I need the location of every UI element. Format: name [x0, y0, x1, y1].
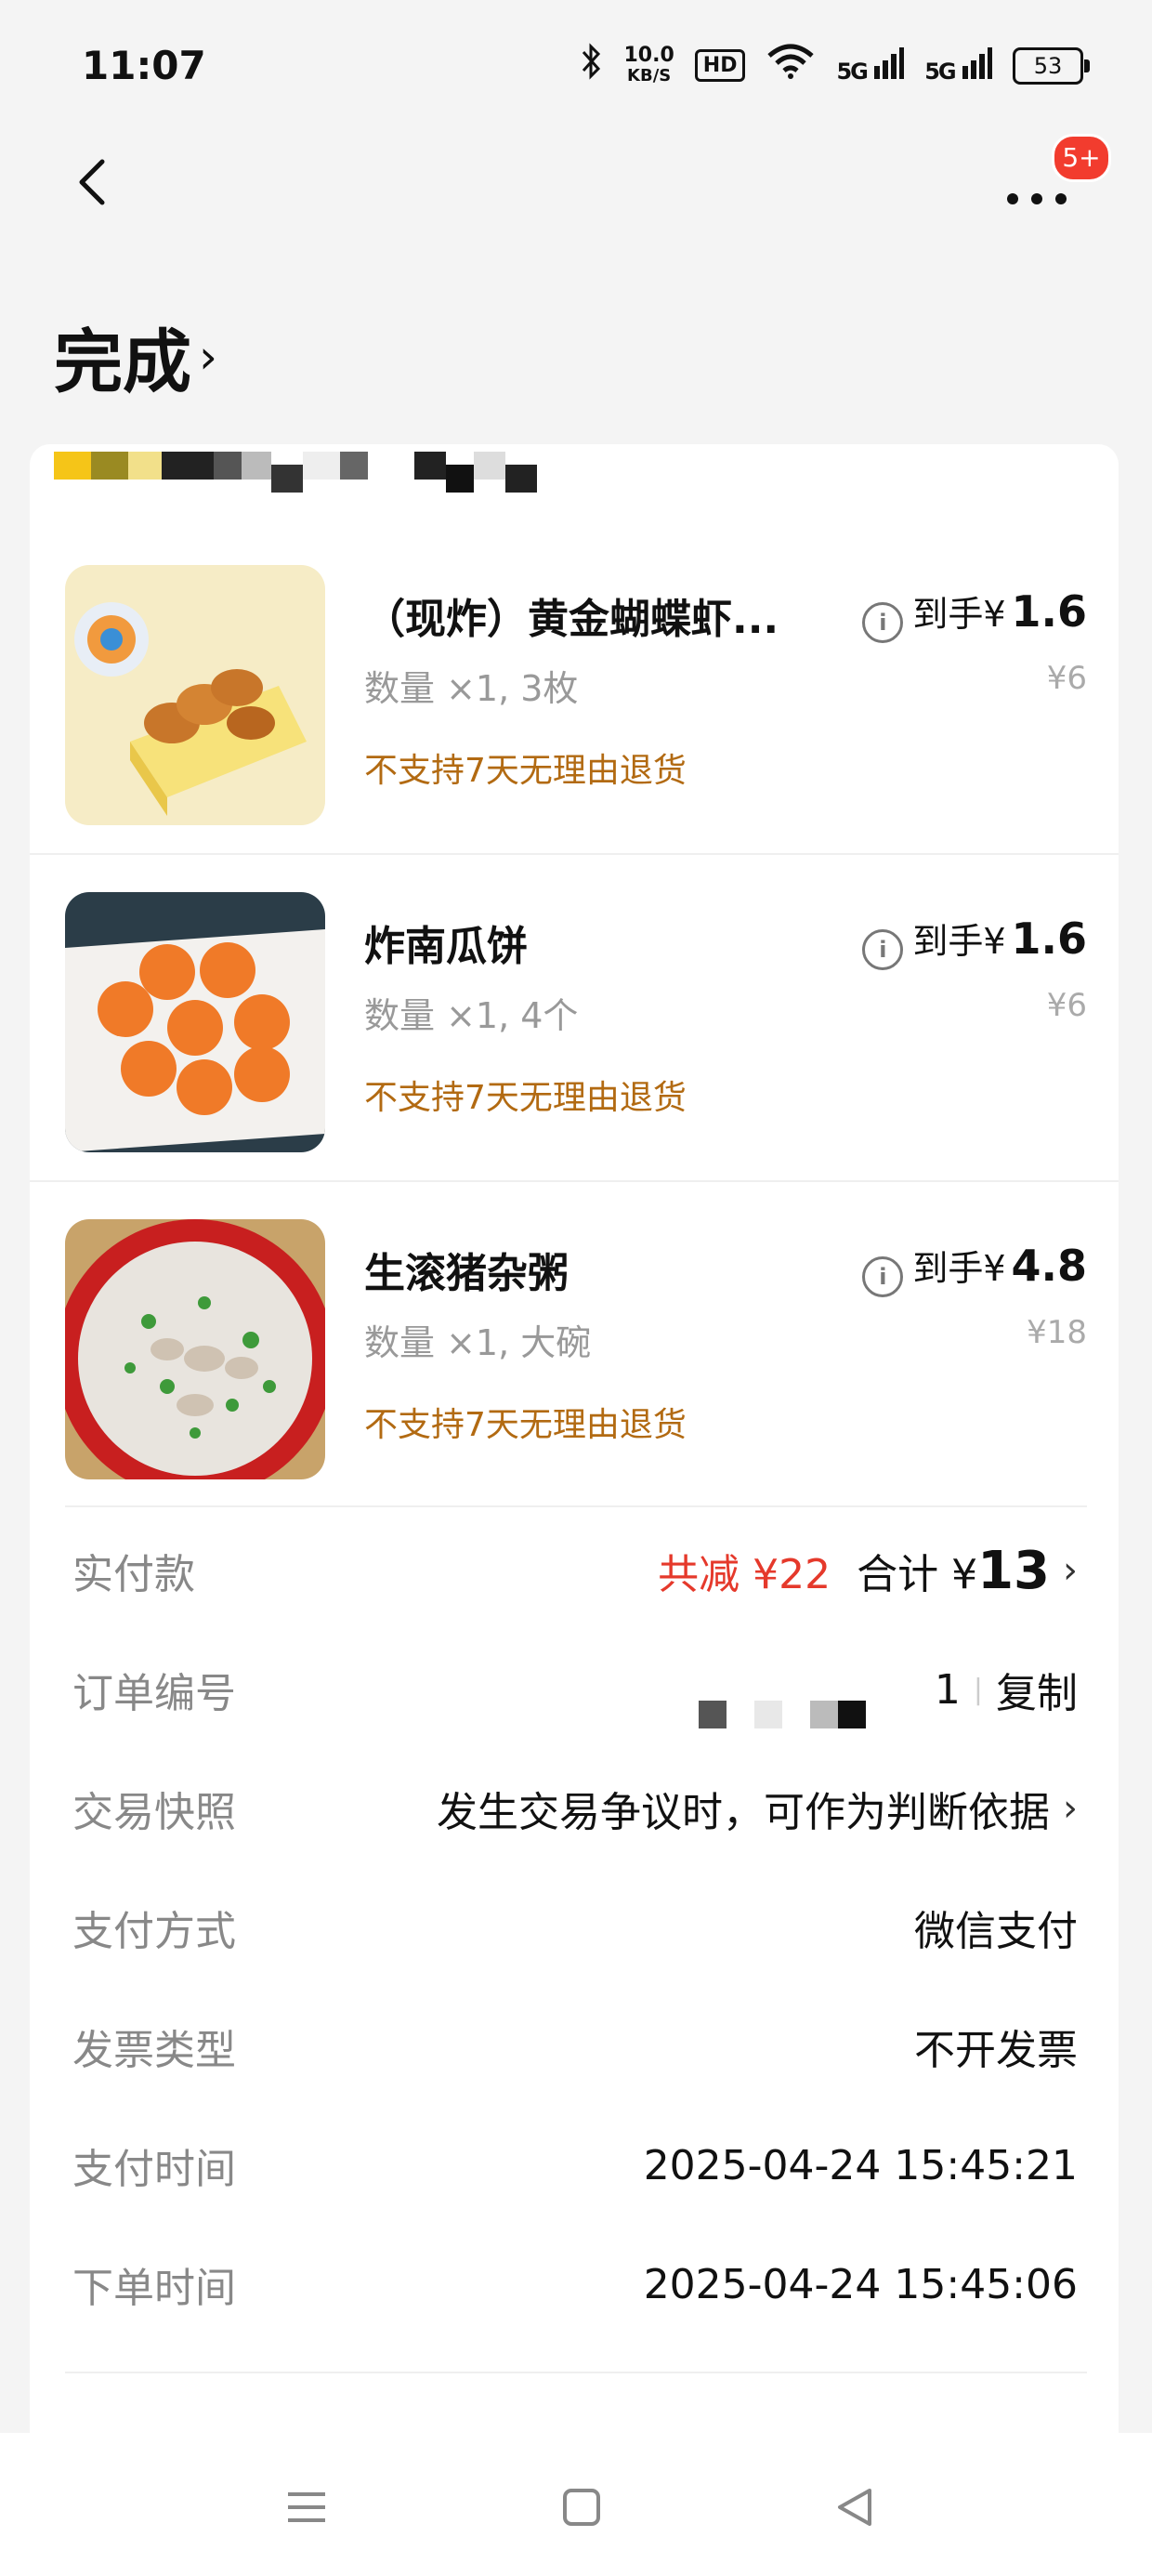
status-time: 11:07 — [82, 43, 206, 88]
price-prefix: 到手¥ — [912, 594, 1006, 635]
system-nav-bar — [0, 2433, 1152, 2576]
signal-5g-label-1: 5G — [836, 58, 868, 85]
net-speed-unit: KB/S — [627, 65, 672, 85]
price-prefix: 到手¥ — [912, 1248, 1006, 1289]
signal-5g-1: 5G — [836, 46, 905, 85]
snapshot-row[interactable]: 交易快照 发生交易争议时，可作为判断依据 › — [72, 1771, 1078, 1846]
signal-bars-icon — [874, 46, 905, 79]
info-icon[interactable]: i — [862, 602, 904, 643]
price-prefix: 到手¥ — [912, 921, 1006, 962]
item-qty: 数量 ×1, 4个 — [364, 995, 579, 1036]
payment-label: 支付方式 — [72, 1908, 236, 1955]
order-item[interactable]: （现炸）黄金蝴蝶虾... 数量 ×1, 3枚 不支持7天无理由退货 i 到手¥ 1… — [30, 530, 1119, 855]
signal-5g-2: 5G — [924, 46, 992, 85]
order-no-tail: 1 — [934, 1665, 961, 1714]
total-value: 13 — [977, 1540, 1050, 1601]
net-speed-value: 10.0 — [623, 43, 674, 67]
chevron-right-icon: › — [199, 329, 217, 384]
invoice-value: 不开发票 — [914, 2027, 1078, 2074]
info-icon[interactable]: i — [862, 929, 904, 970]
square-home-icon — [563, 2489, 600, 2526]
order-time-value: 2025-04-24 15:45:06 — [643, 2260, 1078, 2308]
chevron-right-icon: › — [1063, 1549, 1078, 1592]
info-icon[interactable]: i — [862, 1256, 904, 1297]
item-name: （现炸）黄金蝴蝶虾... — [364, 596, 779, 643]
signal-bars-icon — [962, 46, 992, 79]
nav-home-button[interactable] — [554, 2479, 609, 2535]
order-number-row: 订单编号 1 | 复制 — [72, 1650, 1078, 1728]
pay-time-row: 支付时间 2025-04-24 15:45:21 — [72, 2128, 1078, 2202]
nav-menu-button[interactable] — [279, 2479, 334, 2535]
more-dots-icon — [1007, 193, 1067, 204]
item-return-policy: 不支持7天无理由退货 — [364, 752, 687, 790]
order-item[interactable]: 生滚猪杂粥 数量 ×1, 大碗 不支持7天无理由退货 i 到手¥ 4.8 ¥18 — [30, 1184, 1119, 1509]
price-value: 4.8 — [1011, 1241, 1088, 1291]
original-price: ¥6 — [1046, 987, 1087, 1024]
status-icons: 10.0 KB/S HD 5G 5G 53 — [580, 43, 1090, 88]
copy-button[interactable]: 复制 — [996, 1660, 1078, 1719]
item-divider — [30, 1180, 1119, 1182]
nav-back-button[interactable] — [827, 2479, 883, 2535]
item-name: 生滚猪杂粥 — [364, 1250, 569, 1297]
hd-badge: HD — [694, 49, 746, 82]
total-prefix: 合计 ¥ — [857, 1550, 978, 1598]
order-time-label: 下单时间 — [72, 2265, 236, 2312]
original-price: ¥6 — [1046, 660, 1087, 697]
back-button[interactable] — [65, 149, 121, 214]
bottom-divider — [65, 2372, 1087, 2373]
item-price: i 到手¥ 1.6 — [862, 585, 1088, 643]
chevron-left-icon — [79, 159, 105, 205]
order-no-label: 订单编号 — [72, 1670, 236, 1717]
product-image-congee — [65, 1219, 325, 1479]
wifi-icon — [766, 43, 816, 88]
order-status-title[interactable]: 完成 › — [54, 307, 217, 406]
summary-divider — [65, 1505, 1087, 1507]
triangle-back-icon — [838, 2489, 871, 2526]
notification-badge: 5+ — [1052, 134, 1111, 182]
payment-method-row: 支付方式 微信支付 — [72, 1890, 1078, 1965]
price-value: 1.6 — [1011, 913, 1088, 964]
battery-indicator: 53 — [1013, 46, 1090, 85]
item-qty: 数量 ×1, 大碗 — [364, 1322, 592, 1363]
payment-value: 微信支付 — [914, 1908, 1078, 1955]
signal-5g-label-2: 5G — [924, 58, 956, 85]
paid-amount-row[interactable]: 实付款 共减 ¥22 合计 ¥13 › — [72, 1533, 1078, 1608]
snapshot-value: 发生交易争议时，可作为判断依据 — [437, 1789, 1050, 1836]
bluetooth-icon — [580, 43, 604, 88]
paid-value: 共减 ¥22 合计 ¥13 › — [658, 1541, 1078, 1601]
snapshot-value-wrap: 发生交易争议时，可作为判断依据 › — [437, 1779, 1078, 1838]
product-image-shrimp — [65, 565, 325, 825]
order-no-value: 1 | 复制 — [698, 1650, 1078, 1728]
item-price: i 到手¥ 1.6 — [862, 913, 1088, 970]
order-item[interactable]: 炸南瓜饼 数量 ×1, 4个 不支持7天无理由退货 i 到手¥ 1.6 ¥6 — [30, 857, 1119, 1182]
pay-time-value: 2025-04-24 15:45:21 — [643, 2141, 1078, 2189]
order-no-redacted — [698, 1650, 922, 1728]
item-qty: 数量 ×1, 3枚 — [364, 668, 579, 709]
copy-separator: | — [973, 1673, 983, 1706]
chevron-right-icon: › — [1063, 1787, 1078, 1830]
item-name: 炸南瓜饼 — [364, 923, 528, 970]
menu-icon — [288, 2492, 325, 2522]
item-divider — [30, 853, 1119, 855]
discount-text: 共减 ¥22 — [658, 1551, 831, 1598]
invoice-label: 发票类型 — [72, 2027, 236, 2074]
status-bar: 11:07 10.0 KB/S HD 5G 5G 53 — [0, 0, 1152, 139]
invoice-type-row: 发票类型 不开发票 — [72, 2009, 1078, 2083]
item-return-policy: 不支持7天无理由退货 — [364, 1406, 687, 1444]
item-price: i 到手¥ 4.8 — [862, 1240, 1088, 1297]
pay-time-label: 支付时间 — [72, 2146, 236, 2193]
original-price: ¥18 — [1027, 1314, 1087, 1351]
item-return-policy: 不支持7天无理由退货 — [364, 1079, 687, 1117]
paid-label: 实付款 — [72, 1551, 195, 1598]
store-name-redacted — [54, 450, 574, 507]
order-status-text: 完成 — [54, 322, 191, 402]
net-speed: 10.0 KB/S — [623, 43, 674, 86]
product-image-pumpkin-cake — [65, 892, 325, 1152]
order-time-row: 下单时间 2025-04-24 15:45:06 — [72, 2247, 1078, 2321]
snapshot-label: 交易快照 — [72, 1789, 236, 1836]
price-value: 1.6 — [1011, 586, 1088, 637]
